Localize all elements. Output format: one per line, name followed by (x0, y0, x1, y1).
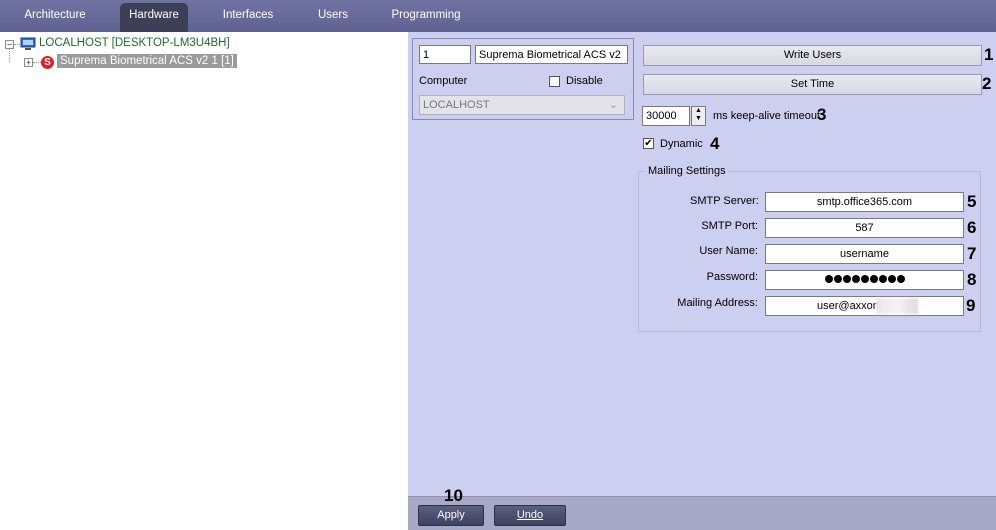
callout-1: 1 (984, 45, 994, 64)
suprema-device-icon: S (41, 56, 54, 69)
smtp-port-label: SMTP Port: (701, 220, 758, 232)
dynamic-label: Dynamic (660, 138, 703, 150)
disable-label: Disable (566, 75, 603, 87)
keepalive-spinner[interactable]: ▲ ▼ (691, 106, 706, 126)
callout-5: 5 (967, 192, 977, 211)
undo-button[interactable]: Undo (494, 505, 566, 526)
redacted-blur (876, 298, 918, 314)
callout-6: 6 (967, 218, 977, 237)
tree-connector (9, 49, 10, 62)
callout-8: 8 (967, 270, 977, 289)
tab-architecture[interactable]: Architecture (12, 0, 98, 32)
mailing-address-label: Mailing Address: (677, 297, 758, 309)
user-name-label: User Name: (699, 245, 758, 257)
disable-checkbox[interactable] (549, 76, 560, 87)
keepalive-label: ms keep-alive timeout (713, 110, 820, 122)
chevron-down-icon: ⌄ (608, 99, 618, 111)
tree-item-suprema[interactable]: Suprema Biometrical ACS v2 1 [1] (57, 54, 237, 68)
smtp-port-input[interactable] (765, 218, 964, 238)
tab-users[interactable]: Users (305, 0, 361, 32)
mailing-address-value: user@axxon (817, 300, 879, 312)
dynamic-checkbox[interactable]: ✔ (643, 138, 654, 149)
callout-7: 7 (967, 244, 977, 263)
tab-hardware[interactable]: Hardware (120, 3, 188, 32)
computer-icon (20, 37, 36, 50)
callout-4: 4 (710, 134, 720, 153)
hardware-tree: − LOCALHOST [DESKTOP-LM3U4BH] + S Suprem… (0, 32, 408, 529)
tree-root-label[interactable]: LOCALHOST [DESKTOP-LM3U4BH] (39, 37, 230, 49)
device-name-input[interactable] (475, 45, 628, 64)
collapse-icon[interactable]: − (5, 40, 14, 49)
smtp-server-input[interactable] (765, 192, 964, 212)
smtp-server-label: SMTP Server: (690, 195, 759, 207)
tab-programming[interactable]: Programming (388, 0, 464, 32)
callout-2: 2 (982, 74, 992, 93)
tab-interfaces[interactable]: Interfaces (205, 0, 291, 32)
password-input[interactable] (765, 270, 964, 290)
computer-select-value: LOCALHOST (423, 99, 490, 111)
computer-select[interactable]: LOCALHOST ⌄ (419, 95, 625, 115)
callout-3: 3 (817, 105, 827, 124)
computer-label: Computer (419, 75, 468, 87)
apply-button[interactable]: Apply (418, 505, 484, 526)
callout-10: 10 (444, 486, 463, 505)
device-id-input[interactable] (419, 45, 471, 64)
callout-9: 9 (966, 296, 976, 315)
mailing-settings-title: Mailing Settings (646, 165, 728, 177)
keepalive-timeout-input[interactable] (642, 106, 690, 126)
password-label: Password: (706, 271, 758, 283)
set-time-button[interactable]: Set Time (643, 74, 982, 95)
user-name-input[interactable] (765, 244, 964, 264)
mailing-address-input[interactable]: user@axxon (765, 296, 964, 316)
tree-connector (33, 62, 41, 63)
write-users-button[interactable]: Write Users (643, 45, 982, 66)
main-tab-bar: Architecture Hardware Interfaces Users P… (0, 0, 996, 32)
expand-icon[interactable]: + (24, 58, 33, 67)
